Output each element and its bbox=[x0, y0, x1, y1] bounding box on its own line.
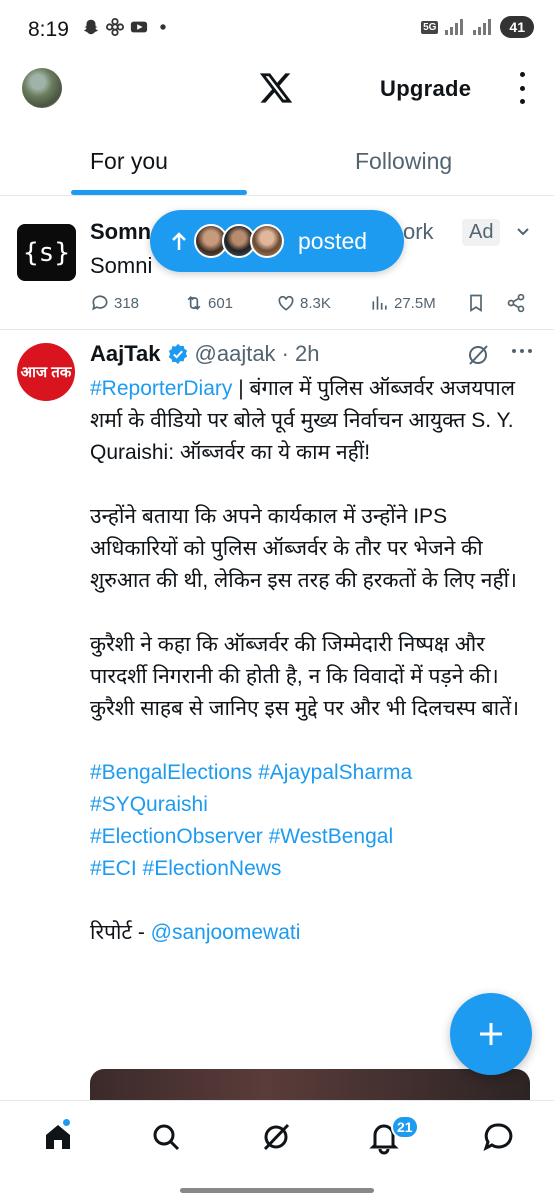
author-avatar[interactable]: आज तक bbox=[17, 343, 75, 401]
nav-messages[interactable] bbox=[480, 1119, 516, 1155]
youtube-icon bbox=[130, 21, 148, 33]
tweet[interactable]: आज तक AajTak @aajtak · 2h #ReporterDiary… bbox=[0, 331, 554, 1109]
ad-subtitle: Somni bbox=[90, 253, 153, 278]
timeline-tabs: For you Following bbox=[0, 128, 554, 196]
profile-avatar[interactable] bbox=[22, 68, 62, 108]
home-unread-dot bbox=[62, 1118, 71, 1127]
heart-icon bbox=[278, 295, 294, 311]
hashtag-link[interactable]: #BengalElections bbox=[90, 761, 252, 784]
grok-icon bbox=[263, 1123, 290, 1151]
reply-action[interactable]: 318 bbox=[90, 293, 139, 313]
hashtag-link[interactable]: #WestBengal bbox=[269, 825, 394, 848]
hashtag-link[interactable]: #ElectionNews bbox=[143, 857, 282, 880]
nav-home[interactable] bbox=[40, 1119, 76, 1155]
tweet-text: #ReporterDiary | बंगाल में पुलिस ऑब्जर्व… bbox=[90, 373, 530, 981]
battery-level: 41 bbox=[500, 16, 534, 38]
tweet-header: AajTak @aajtak · 2h bbox=[90, 341, 319, 367]
repost-count: 601 bbox=[208, 294, 234, 312]
tab-following[interactable]: Following bbox=[355, 148, 452, 175]
tweet-paragraph: उन्होंने बताया कि अपने कार्यकाल में उन्ह… bbox=[90, 505, 518, 592]
more-options-icon[interactable] bbox=[514, 72, 530, 104]
views-icon bbox=[372, 296, 387, 310]
report-prefix: रिपोर्ट - bbox=[90, 921, 151, 944]
verified-badge-icon bbox=[168, 343, 187, 365]
tweet-time: · 2h bbox=[281, 341, 320, 366]
like-count: 8.3K bbox=[300, 294, 331, 312]
upgrade-button[interactable]: Upgrade bbox=[380, 76, 471, 102]
bottom-nav: 21 bbox=[0, 1100, 554, 1178]
plus-icon bbox=[480, 1023, 502, 1045]
hashtag-link[interactable]: #ReporterDiary bbox=[90, 377, 232, 400]
grok-icon[interactable] bbox=[466, 343, 490, 367]
reply-icon bbox=[92, 295, 108, 311]
signal-icon bbox=[445, 19, 464, 35]
nav-search[interactable] bbox=[148, 1119, 184, 1155]
status-right: 5G 41 bbox=[421, 16, 534, 38]
search-icon bbox=[153, 1124, 180, 1151]
network-type: 5G bbox=[421, 20, 439, 34]
status-bar: 8:19 5G 41 bbox=[0, 0, 554, 58]
nav-grok[interactable] bbox=[258, 1119, 294, 1155]
ad-badge: Ad bbox=[462, 219, 501, 246]
chat-bubble-icon bbox=[483, 1123, 513, 1151]
ad-author-name-tail: ork bbox=[403, 219, 434, 244]
reply-count: 318 bbox=[114, 294, 140, 312]
tweet-more-icon[interactable] bbox=[512, 349, 532, 355]
status-time: 8:19 bbox=[28, 18, 69, 41]
tweet-paragraph: #ReporterDiary | बंगाल में पुलिस ऑब्जर्व… bbox=[90, 373, 530, 469]
poster-avatar bbox=[250, 224, 284, 258]
hashtag-link[interactable]: #SYQuraishi bbox=[90, 793, 208, 816]
active-tab-indicator bbox=[71, 190, 247, 195]
repost-action[interactable]: 601 bbox=[184, 293, 233, 313]
view-count: 27.5M bbox=[394, 294, 436, 312]
tweet-report-line: रिपोर्ट - @sanjoomewati bbox=[90, 917, 530, 949]
views-action[interactable]: 27.5M bbox=[370, 293, 436, 313]
x-logo-icon[interactable] bbox=[258, 70, 294, 106]
notification-icons bbox=[82, 18, 172, 36]
dot-icon bbox=[160, 24, 166, 30]
posted-label: posted bbox=[298, 228, 368, 254]
author-name[interactable]: AajTak bbox=[90, 341, 161, 367]
chevron-down-icon[interactable] bbox=[516, 225, 530, 239]
home-icon bbox=[46, 1125, 70, 1149]
tweet-hashtags: #BengalElections #AjaypalSharma #SYQurai… bbox=[90, 757, 530, 885]
repost-icon bbox=[187, 295, 201, 311]
bookmark-icon[interactable] bbox=[466, 293, 486, 313]
hashtag-link[interactable]: #ElectionObserver bbox=[90, 825, 263, 848]
pinwheel-icon bbox=[106, 18, 124, 36]
gesture-bar bbox=[180, 1188, 374, 1193]
advertiser-logo[interactable]: {s} bbox=[17, 224, 76, 281]
signal-icon-2 bbox=[473, 19, 492, 35]
notifications-badge: 21 bbox=[391, 1115, 419, 1139]
top-bar: Upgrade bbox=[0, 58, 554, 128]
ad-actions: 318 601 8.3K 27.5M bbox=[90, 293, 530, 315]
like-action[interactable]: 8.3K bbox=[276, 293, 331, 313]
author-handle[interactable]: @aajtak bbox=[195, 341, 276, 367]
hashtag-link[interactable]: #ECI bbox=[90, 857, 137, 880]
ad-author-name[interactable]: Somn bbox=[90, 219, 151, 245]
arrow-up-icon bbox=[172, 232, 186, 250]
hashtag-link[interactable]: #AjaypalSharma bbox=[258, 761, 412, 784]
new-posts-pill[interactable]: posted bbox=[150, 210, 404, 272]
tab-for-you[interactable]: For you bbox=[90, 148, 168, 175]
snapchat-icon bbox=[83, 19, 99, 35]
share-icon[interactable] bbox=[506, 293, 526, 313]
mention-link[interactable]: @sanjoomewati bbox=[151, 921, 301, 944]
compose-button[interactable] bbox=[450, 993, 532, 1075]
tweet-paragraph: कुरैशी ने कहा कि ऑब्जर्वर की जिम्मेदारी … bbox=[90, 633, 520, 720]
